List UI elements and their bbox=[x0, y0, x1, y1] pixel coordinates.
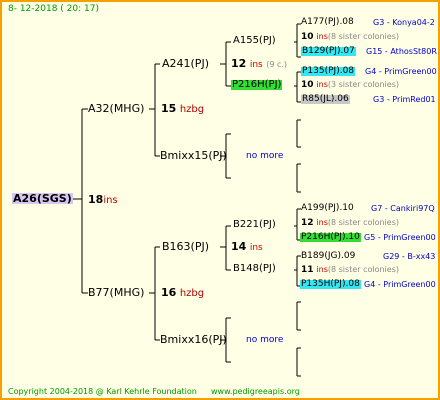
gen4-ins-4: 10 ins(3 sister colonies) bbox=[301, 80, 399, 90]
gen4-ins-10: 11 ins(8 sister colonies) bbox=[301, 265, 399, 275]
gen2-name-1: Bmixx15(PJ) bbox=[160, 149, 227, 162]
footer-copyright: Copyright 2004-2018 @ Karl Kehrle Founda… bbox=[8, 387, 197, 396]
gen1-name-1: B77(MHG) bbox=[88, 286, 145, 299]
gen2-name-0: A241(PJ) bbox=[162, 57, 209, 70]
gen3-name-2: B221(PJ) bbox=[233, 219, 276, 230]
gen4-name-9: B189(JG).09 bbox=[301, 251, 356, 261]
gen4-ins-1: 10 ins(8 sister colonies) bbox=[301, 32, 399, 42]
gen4-name-2: B129(PJ).07 bbox=[301, 46, 356, 56]
root-ins: 18ins bbox=[88, 193, 118, 206]
gen1-name-0: A32(MHG) bbox=[88, 102, 145, 115]
gen2-note-1: no more bbox=[246, 151, 284, 161]
gen2-note-3: no more bbox=[246, 335, 284, 345]
gen4-place-0: G3 - Konya04-2 bbox=[373, 18, 435, 27]
gen4-name-3: P135(PJ).08 bbox=[301, 66, 356, 76]
root-name: A26(SGS) bbox=[12, 192, 73, 205]
gen2-ins-2: 14 ins bbox=[231, 240, 263, 253]
gen4-place-3: G4 - PrimGreen00 bbox=[365, 67, 437, 76]
gen2-name-3: Bmixx16(PJ) bbox=[160, 333, 227, 346]
gen4-name-6: A199(PJ).10 bbox=[301, 203, 354, 213]
gen2-name-2: B163(PJ) bbox=[162, 240, 210, 253]
gen4-name-11: P135H(PJ).08 bbox=[300, 279, 361, 289]
pedigree-chart: 8- 12-2018 ( 20: 17) A26(SGS) 18ins A32(… bbox=[0, 0, 440, 400]
gen1-ins-1: 16 hzbg bbox=[161, 286, 205, 299]
gen4-name-8: P216H(PJ).10 bbox=[300, 232, 361, 242]
gen4-place-8: G5 - PrimGreen00 bbox=[364, 233, 436, 242]
gen4-name-5: R85(JL).06 bbox=[301, 94, 350, 104]
gen3-name-3: B148(PJ) bbox=[233, 263, 276, 274]
gen4-place-2: G15 - AthosSt80R bbox=[366, 47, 437, 56]
gen4-place-9: G29 - B-xx43 bbox=[383, 252, 436, 261]
gen4-name-0: A177(PJ).08 bbox=[301, 17, 354, 27]
gen3-name-0: A155(PJ) bbox=[233, 35, 276, 46]
footer-website-link[interactable]: www.pedigreeapis.org bbox=[211, 388, 300, 396]
gen4-place-6: G7 - Cankiri97Q bbox=[371, 204, 435, 213]
gen1-ins-0: 15 hzbg bbox=[161, 102, 205, 115]
gen4-place-11: G4 - PrimGreen00 bbox=[364, 280, 436, 289]
gen2-ins-0: 12 ins (9 c.) bbox=[231, 57, 288, 70]
gen4-place-5: G3 - PrimRed01 bbox=[373, 95, 436, 104]
gen4-ins-7: 12 ins(8 sister colonies) bbox=[301, 218, 399, 228]
header-date: 8- 12-2018 ( 20: 17) bbox=[8, 4, 99, 14]
gen3-name-1: P216H(PJ) bbox=[231, 79, 283, 90]
